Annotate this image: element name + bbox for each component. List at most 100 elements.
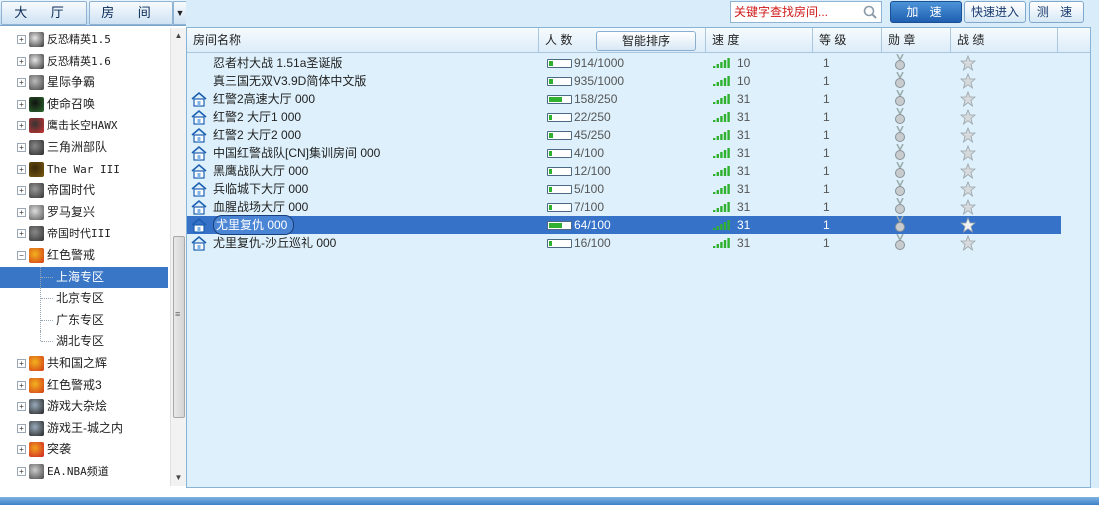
expand-icon[interactable]: + [17,164,26,174]
tree-item[interactable]: + 游戏大杂烩 [0,396,168,417]
room-row[interactable]: 真三国无双V3.9D简体中文版 935/1000 10 1 [187,72,1061,90]
medal-icon [895,198,905,214]
tree-item[interactable]: + 帝国时代III [0,223,168,244]
expand-icon[interactable]: + [17,229,26,239]
accelerate-button[interactable]: 加 速 [890,1,962,23]
player-capacity-bar [547,185,572,194]
expand-icon[interactable]: + [17,35,26,44]
player-capacity-bar [547,149,572,158]
tree-item[interactable]: + 星际争霸 [0,72,168,93]
tab-room[interactable]: 房 间 [89,1,173,25]
tree-item-label: 帝国时代III [47,227,111,241]
column-header-name[interactable]: 房间名称 [187,28,539,52]
tree-item[interactable]: + 游戏王-城之内 [0,418,168,439]
left-panel: 大 厅 房 间 ▼ + 反恐精英1.5 + 反恐精英1.6 + 星际争霸 + 使命召唤 + 鹰击长… [0,0,187,488]
player-capacity-bar [547,131,572,140]
expand-icon[interactable]: + [17,99,26,109]
expand-icon[interactable]: + [17,380,26,390]
expand-icon[interactable]: + [17,56,26,66]
tree-item[interactable]: + 帝国时代 [0,180,168,201]
tree-item[interactable]: + 罗马复兴 [0,202,168,223]
speed-test-button[interactable]: 测 速 [1029,1,1084,23]
tree-item[interactable]: + 使命召唤 [0,94,168,115]
tab-hall[interactable]: 大 厅 [1,1,87,25]
tab-dropdown-arrow-icon[interactable]: ▼ [173,1,187,25]
tree-item[interactable]: + The War III [0,159,168,180]
player-count: 22/250 [574,110,611,124]
tree-item[interactable]: + 反恐精英1.5 [0,29,168,50]
starcraft-icon [29,75,44,91]
expand-icon[interactable]: + [17,143,26,152]
scroll-thumb[interactable]: ≡ [173,236,185,418]
tree-item[interactable]: + 三角洲部队 [0,137,168,158]
tree-item[interactable]: + EA.NBA频道 [0,461,168,482]
tree-subitem[interactable]: 北京专区 [0,288,168,310]
room-row[interactable]: 红警2高速大厅 000 158/250 31 1 [187,90,1061,108]
player-count: 7/100 [574,200,605,214]
expand-icon[interactable]: + [17,402,26,412]
expand-icon[interactable]: + [17,186,26,196]
quick-enter-button[interactable]: 快速进入 [964,1,1026,23]
tree-item[interactable]: + 突袭 [0,439,168,460]
speed-value: 31 [737,218,751,232]
room-row[interactable]: 血腥战场大厅 000 7/100 31 1 [187,198,1061,216]
tree-item[interactable]: + 共和国之辉 [0,353,168,374]
collapse-icon[interactable]: − [17,251,26,260]
star-icon [960,199,976,215]
scroll-up-arrow-icon[interactable]: ▲ [171,28,186,44]
expand-icon[interactable]: + [17,359,26,368]
expand-icon[interactable]: + [17,78,26,88]
tree-item[interactable]: + 反恐精英1.6 [0,51,168,72]
signal-strength-icon [713,220,730,230]
tree-item[interactable]: + 鹰击长空HAWX [0,115,168,136]
tree-item[interactable]: − 红色警戒 [0,245,168,266]
aoe3-icon [29,226,44,242]
scroll-down-arrow-icon[interactable]: ▼ [171,470,186,486]
column-header-record[interactable]: 战 绩 [951,28,1058,52]
room-house-icon [191,127,207,143]
room-list: 房间名称 人 数 智能排序 速 度 等 级 勋 章 战 绩 忍者村大战 1.51… [186,27,1091,488]
expand-icon[interactable]: + [17,121,26,131]
tree-connector-line [41,276,53,278]
expand-icon[interactable]: + [17,445,26,455]
star-icon [960,127,976,143]
signal-strength-icon [713,148,730,158]
room-row[interactable]: 忍者村大战 1.51a圣诞版 914/1000 10 1 [187,54,1061,72]
room-row[interactable]: 兵临城下大厅 000 5/100 31 1 [187,180,1061,198]
column-header-level[interactable]: 等 级 [813,28,882,52]
tree-scrollbar[interactable]: ▲ ≡ ▼ [170,28,186,486]
expand-icon[interactable]: + [17,207,26,217]
room-row[interactable]: 中国红警战队[CN]集训房间 000 4/100 31 1 [187,144,1061,162]
speed-value: 31 [737,182,751,196]
room-row[interactable]: 尤里复仇-沙丘巡礼 000 16/100 31 1 [187,234,1061,252]
expand-icon[interactable]: + [17,467,26,476]
tree-subitem[interactable]: 湖北专区 [0,331,168,352]
player-count: 5/100 [574,182,605,196]
nba-icon [29,464,44,479]
tree-item-label: 游戏大杂烩 [47,399,108,414]
tree-subitem[interactable]: 广东专区 [0,309,168,331]
star-icon [960,73,976,89]
column-header-speed[interactable]: 速 度 [706,28,813,52]
redalert-icon [29,377,44,393]
level-value: 1 [823,56,830,70]
room-row[interactable]: 尤里复仇 000 64/100 31 1 [187,215,1061,235]
tree-subitem[interactable]: 上海专区 [0,266,168,288]
expand-icon[interactable]: + [17,423,26,433]
signal-strength-icon [713,76,730,86]
room-name: 黑鹰战队大厅 000 [213,164,309,178]
level-value: 1 [823,236,830,250]
column-header-medal[interactable]: 勋 章 [882,28,951,52]
search-icon[interactable] [862,4,878,20]
tree-item-label: 反恐精英1.5 [47,33,111,46]
tree-item-label: 罗马复兴 [47,204,96,219]
search-input[interactable] [734,3,858,21]
room-row[interactable]: 红警2 大厅2 000 45/250 31 1 [187,126,1061,144]
search-box[interactable] [730,1,882,23]
room-row[interactable]: 黑鹰战队大厅 000 12/100 31 1 [187,162,1061,180]
smart-sort-button[interactable]: 智能排序 [596,31,696,51]
tree-item[interactable]: + 红色警戒3 [0,375,168,396]
level-value: 1 [823,146,830,160]
room-row[interactable]: 红警2 大厅1 000 22/250 31 1 [187,108,1061,126]
column-header-players-label: 人 数 [545,33,573,47]
